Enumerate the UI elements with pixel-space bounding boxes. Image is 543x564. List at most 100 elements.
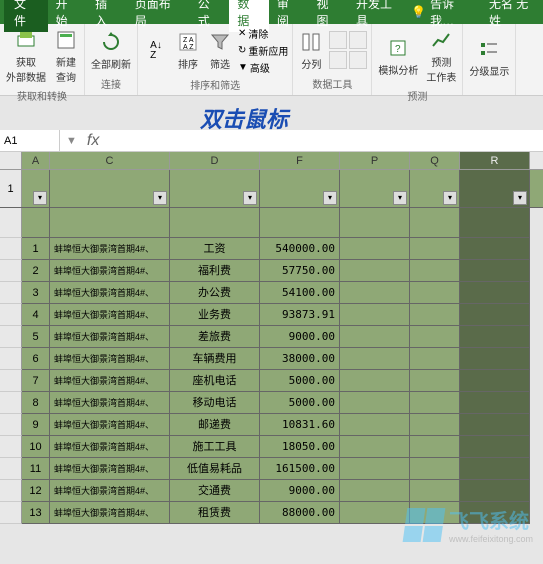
cell-R[interactable] bbox=[460, 414, 530, 436]
cell-desc[interactable]: 蚌埠恒大御景湾首期4#、7#、8#楼室内精装修工 bbox=[50, 458, 170, 480]
cell-R[interactable] bbox=[460, 458, 530, 480]
row-header[interactable] bbox=[0, 326, 22, 348]
cell-item[interactable]: 车辆费用 bbox=[170, 348, 260, 370]
cell-Q[interactable] bbox=[410, 326, 460, 348]
cell-desc[interactable]: 蚌埠恒大御景湾首期4#、7#、8#楼室内精装修工 bbox=[50, 414, 170, 436]
cell-num[interactable]: 10 bbox=[22, 436, 50, 458]
cell-amount[interactable]: 18050.00 bbox=[260, 436, 340, 458]
cell-amount[interactable]: 5000.00 bbox=[260, 370, 340, 392]
flash-fill-icon[interactable] bbox=[329, 31, 347, 49]
name-box[interactable]: A1 bbox=[0, 130, 60, 151]
cell-item[interactable]: 租赁费 bbox=[170, 502, 260, 524]
row-header[interactable] bbox=[0, 370, 22, 392]
cell-amount[interactable]: 5000.00 bbox=[260, 392, 340, 414]
cell-Q[interactable] bbox=[410, 304, 460, 326]
col-header-C[interactable]: C bbox=[50, 152, 170, 169]
cell-P[interactable] bbox=[340, 260, 410, 282]
cell-num[interactable]: 2 bbox=[22, 260, 50, 282]
col-header-P[interactable]: P bbox=[340, 152, 410, 169]
sort-button[interactable]: Z AA Z 排序 bbox=[174, 28, 202, 73]
filter-dropdown-D[interactable]: ▾ bbox=[243, 191, 257, 205]
cell-P[interactable] bbox=[340, 304, 410, 326]
col-header-A[interactable]: A bbox=[22, 152, 50, 169]
cell-desc[interactable]: 蚌埠恒大御景湾首期4#、7#、8#楼室内精装修工 bbox=[50, 260, 170, 282]
cell-item[interactable]: 差旅费 bbox=[170, 326, 260, 348]
cell-desc[interactable]: 蚌埠恒大御景湾首期4#、7#、8#楼室内精装修工 bbox=[50, 304, 170, 326]
cell-amount[interactable]: 38000.00 bbox=[260, 348, 340, 370]
filter-dropdown-P[interactable]: ▾ bbox=[393, 191, 407, 205]
cell-num[interactable]: 7 bbox=[22, 370, 50, 392]
cell-num[interactable]: 4 bbox=[22, 304, 50, 326]
cell-item[interactable]: 移动电话 bbox=[170, 392, 260, 414]
cell-Q[interactable] bbox=[410, 480, 460, 502]
cell-R[interactable] bbox=[460, 392, 530, 414]
filter-dropdown-A[interactable]: ▾ bbox=[33, 191, 47, 205]
cell-Q[interactable] bbox=[410, 348, 460, 370]
cell-desc[interactable]: 蚌埠恒大御景湾首期4#、7#、8#楼室内精装修工 bbox=[50, 480, 170, 502]
cell-amount[interactable]: 9000.00 bbox=[260, 480, 340, 502]
cell-Q[interactable] bbox=[410, 238, 460, 260]
cell-desc[interactable]: 蚌埠恒大御景湾首期4#、7#、8#楼室内精装修工 bbox=[50, 392, 170, 414]
row-header[interactable] bbox=[0, 502, 22, 524]
filter-button[interactable]: 筛选 bbox=[206, 28, 234, 73]
filter-dropdown-F[interactable]: ▾ bbox=[323, 191, 337, 205]
cell-num[interactable]: 11 bbox=[22, 458, 50, 480]
cell-desc[interactable]: 蚌埠恒大御景湾首期4#、7#、8#楼室内精装修工 bbox=[50, 370, 170, 392]
row-header[interactable] bbox=[0, 238, 22, 260]
cell-item[interactable]: 座机电话 bbox=[170, 370, 260, 392]
cell-amount[interactable]: 93873.91 bbox=[260, 304, 340, 326]
filter-dropdown-Q[interactable]: ▾ bbox=[443, 191, 457, 205]
cell-desc[interactable]: 蚌埠恒大御景湾首期4#、7#、8#楼室内精装修工 bbox=[50, 502, 170, 524]
cell-item[interactable]: 办公费 bbox=[170, 282, 260, 304]
remove-duplicates-icon[interactable] bbox=[349, 31, 367, 49]
cell-R[interactable] bbox=[460, 238, 530, 260]
cell-P[interactable] bbox=[340, 392, 410, 414]
cell-P[interactable] bbox=[340, 502, 410, 524]
cell-R[interactable] bbox=[460, 370, 530, 392]
forecast-sheet-button[interactable]: 预测 工作表 bbox=[424, 26, 458, 86]
cell-amount[interactable]: 88000.00 bbox=[260, 502, 340, 524]
fx-icon[interactable]: fx bbox=[87, 132, 99, 150]
outline-button[interactable]: 分级显示 bbox=[467, 35, 511, 80]
cell-R[interactable] bbox=[460, 304, 530, 326]
cell-item[interactable]: 福利费 bbox=[170, 260, 260, 282]
col-header-D[interactable]: D bbox=[170, 152, 260, 169]
cell-P[interactable] bbox=[340, 480, 410, 502]
cell-amount[interactable]: 161500.00 bbox=[260, 458, 340, 480]
cell-R[interactable] bbox=[460, 348, 530, 370]
cell-P[interactable] bbox=[340, 282, 410, 304]
filter-dropdown-R[interactable]: ▾ bbox=[513, 191, 527, 205]
cell-R[interactable] bbox=[460, 480, 530, 502]
cell-desc[interactable]: 蚌埠恒大御景湾首期4#、7#、8#楼室内精装修工 bbox=[50, 238, 170, 260]
row-header[interactable] bbox=[0, 458, 22, 480]
row-header[interactable] bbox=[0, 282, 22, 304]
data-validation-icon[interactable] bbox=[329, 51, 347, 69]
col-header-F[interactable]: F bbox=[260, 152, 340, 169]
cell-num[interactable]: 9 bbox=[22, 414, 50, 436]
cell-item[interactable]: 邮递费 bbox=[170, 414, 260, 436]
row-header[interactable] bbox=[0, 436, 22, 458]
cell-R[interactable] bbox=[460, 326, 530, 348]
cell-amount[interactable]: 54100.00 bbox=[260, 282, 340, 304]
advanced-filter-button[interactable]: ▼高级 bbox=[238, 60, 288, 75]
consolidate-icon[interactable] bbox=[349, 51, 367, 69]
row-header[interactable] bbox=[0, 414, 22, 436]
cell-desc[interactable]: 蚌埠恒大御景湾首期4#、7#、8#楼室内精装修工 bbox=[50, 282, 170, 304]
col-header-Q[interactable]: Q bbox=[410, 152, 460, 169]
row-header[interactable] bbox=[0, 304, 22, 326]
cell-amount[interactable]: 540000.00 bbox=[260, 238, 340, 260]
row-header[interactable] bbox=[0, 260, 22, 282]
cell-Q[interactable] bbox=[410, 260, 460, 282]
cell-Q[interactable] bbox=[410, 436, 460, 458]
get-external-data-button[interactable]: 获取 外部数据 bbox=[4, 26, 48, 86]
row-header[interactable] bbox=[0, 480, 22, 502]
cell-Q[interactable] bbox=[410, 282, 460, 304]
cell-P[interactable] bbox=[340, 238, 410, 260]
row-header[interactable] bbox=[0, 392, 22, 414]
cell-amount[interactable]: 57750.00 bbox=[260, 260, 340, 282]
cell-Q[interactable] bbox=[410, 370, 460, 392]
cell-desc[interactable]: 蚌埠恒大御景湾首期4#、7#、8#楼室内精装修工 bbox=[50, 348, 170, 370]
cell-num[interactable]: 13 bbox=[22, 502, 50, 524]
cell-P[interactable] bbox=[340, 326, 410, 348]
cell-num[interactable]: 1 bbox=[22, 238, 50, 260]
